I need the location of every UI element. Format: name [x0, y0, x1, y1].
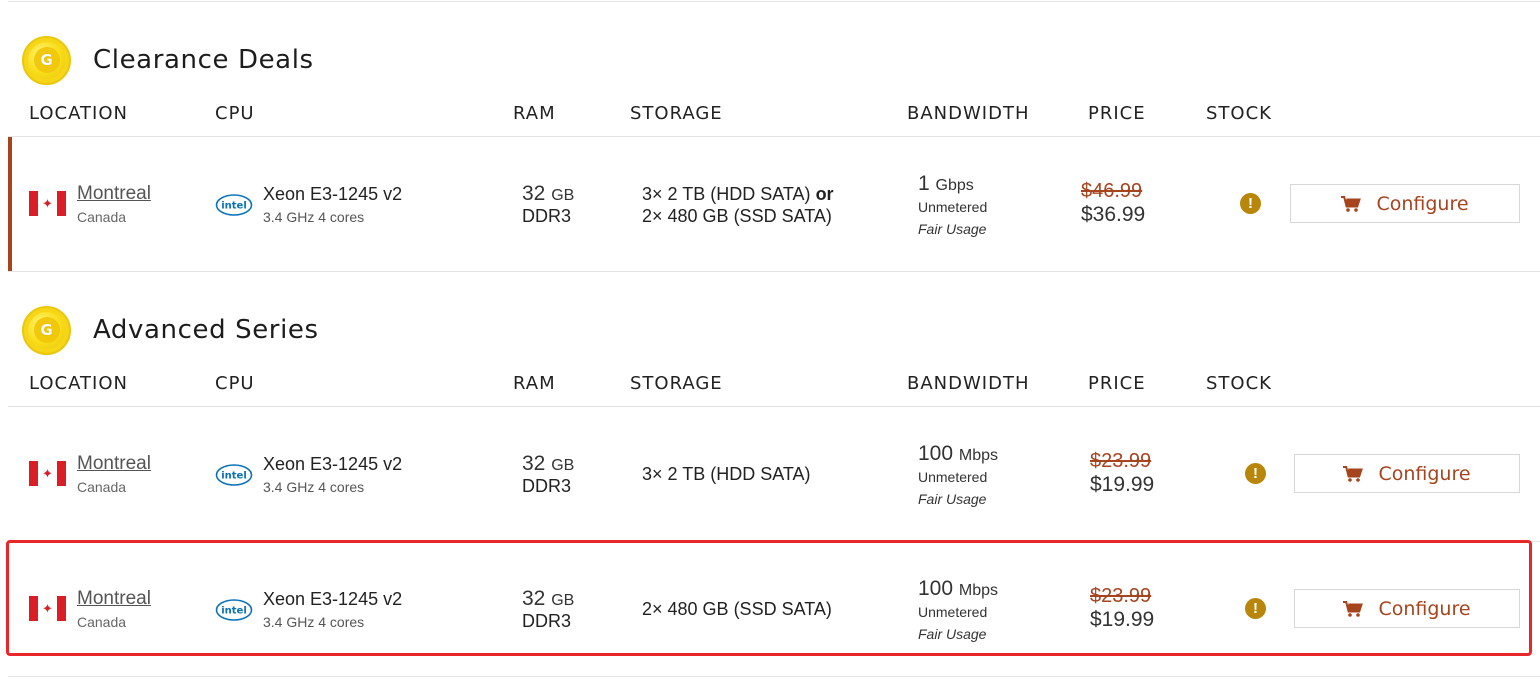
- header-divider: [8, 406, 1540, 407]
- header-location: LOCATION: [29, 103, 128, 124]
- storage-option-1: 3× 2 TB (HDD SATA) or: [642, 184, 834, 204]
- price-original: $23.99: [1090, 450, 1152, 472]
- top-divider: [8, 1, 1540, 2]
- header-location: LOCATION: [29, 373, 128, 394]
- bandwidth-speed: 1 Gbps: [918, 172, 974, 195]
- ram-amount: 32 GB: [522, 182, 575, 205]
- section-title: Clearance Deals: [93, 45, 314, 75]
- location-country: Canada: [77, 479, 127, 495]
- header-price: PRICE: [1088, 103, 1146, 124]
- shopping-cart-icon: [1341, 195, 1362, 212]
- svg-text:intel: intel: [221, 201, 247, 212]
- row-accent-bar: [8, 137, 12, 271]
- header-price: PRICE: [1088, 373, 1146, 394]
- configure-label: Configure: [1376, 192, 1469, 215]
- section-header-advanced: G Advanced Series: [22, 304, 319, 356]
- cpu-detail: 3.4 GHz 4 cores: [263, 209, 365, 225]
- canada-flag-icon: ✦: [29, 191, 66, 216]
- configure-button[interactable]: Configure: [1294, 454, 1520, 493]
- section-header-clearance: G Clearance Deals: [22, 34, 314, 86]
- row-divider: [8, 676, 1540, 677]
- row-divider: [8, 271, 1540, 272]
- header-storage: STORAGE: [630, 103, 723, 124]
- price-current: $19.99: [1090, 473, 1155, 496]
- exclamation-circle-icon: !: [1240, 193, 1261, 214]
- highlight-box: [6, 540, 1532, 656]
- intel-logo-icon: intel: [215, 194, 253, 216]
- header-ram: RAM: [513, 373, 556, 394]
- location-link[interactable]: Montreal: [77, 183, 151, 205]
- ram-type: DDR3: [522, 476, 572, 496]
- svg-text:intel: intel: [221, 471, 247, 482]
- header-storage: STORAGE: [630, 373, 723, 394]
- storage-option-2: 2× 480 GB (SSD SATA): [642, 206, 832, 226]
- price-current: $36.99: [1081, 203, 1146, 226]
- header-cpu: CPU: [215, 103, 255, 124]
- bandwidth-note: Fair Usage: [918, 491, 987, 507]
- cpu-model: Xeon E3-1245 v2: [263, 454, 403, 474]
- canada-flag-icon: ✦: [29, 461, 66, 486]
- shopping-cart-icon: [1343, 465, 1364, 482]
- gold-coin-icon: G: [22, 35, 71, 85]
- ram-amount: 32 GB: [522, 452, 575, 475]
- header-stock: STOCK: [1206, 103, 1272, 124]
- cpu-model: Xeon E3-1245 v2: [263, 184, 403, 204]
- configure-label: Configure: [1378, 462, 1471, 485]
- storage-option-1: 3× 2 TB (HDD SATA): [642, 464, 811, 484]
- cpu-detail: 3.4 GHz 4 cores: [263, 479, 365, 495]
- exclamation-circle-icon: !: [1245, 463, 1266, 484]
- location-link[interactable]: Montreal: [77, 453, 151, 475]
- bandwidth-speed: 100 Mbps: [918, 442, 999, 465]
- header-bandwidth: BANDWIDTH: [907, 373, 1030, 394]
- bandwidth-type: Unmetered: [918, 469, 988, 485]
- configure-button[interactable]: Configure: [1290, 184, 1520, 223]
- header-bandwidth: BANDWIDTH: [907, 103, 1030, 124]
- location-country: Canada: [77, 209, 127, 225]
- bandwidth-type: Unmetered: [918, 199, 988, 215]
- ram-type: DDR3: [522, 206, 572, 226]
- header-stock: STOCK: [1206, 373, 1272, 394]
- section-title: Advanced Series: [93, 315, 319, 345]
- bandwidth-note: Fair Usage: [918, 221, 987, 237]
- header-ram: RAM: [513, 103, 556, 124]
- gold-coin-icon: G: [22, 305, 71, 355]
- header-cpu: CPU: [215, 373, 255, 394]
- intel-logo-icon: intel: [215, 464, 253, 486]
- price-original: $46.99: [1081, 180, 1143, 202]
